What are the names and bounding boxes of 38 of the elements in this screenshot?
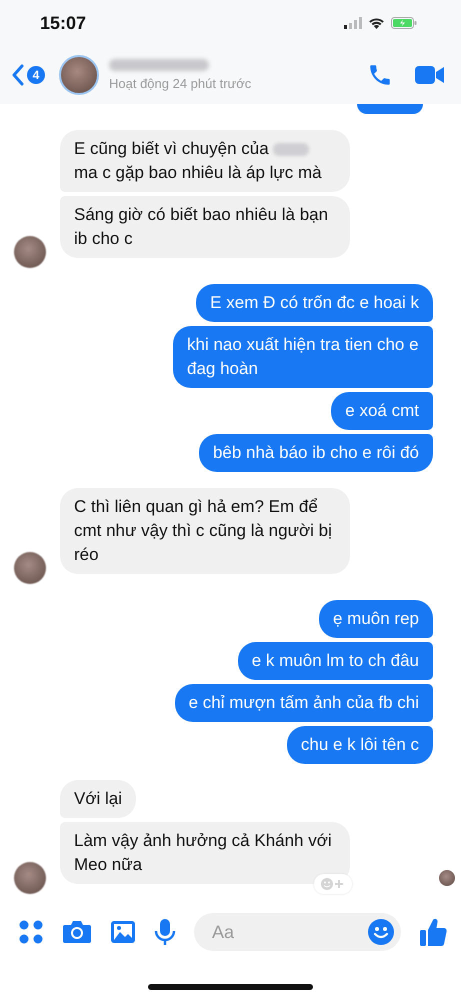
- contact-avatar[interactable]: [59, 55, 99, 95]
- status-time: 15:07: [40, 12, 86, 34]
- message-bubble: e chỉ mượn tấm ảnh của fb chi: [174, 684, 433, 722]
- message-bubble: ẹ muôn rep: [319, 600, 433, 638]
- microphone-icon[interactable]: [154, 918, 176, 946]
- message-bubble: e k muôn lm to ch đâu: [238, 642, 433, 680]
- message-composer[interactable]: Aa: [194, 913, 401, 951]
- active-status: Hoạt động 24 phút trước: [109, 76, 252, 91]
- message-bubble: e xoá cmt: [331, 392, 433, 430]
- message-bubble: E cũng biết vì chuyện của ma c gặp bao nhiêu là áp lực mà: [60, 130, 350, 192]
- message-bubble: bêb nhà báo ib cho e rôi đó: [198, 434, 433, 472]
- image-icon[interactable]: [110, 920, 136, 944]
- video-camera-icon[interactable]: [415, 64, 445, 86]
- sender-avatar: [14, 236, 46, 268]
- signal-icon: [344, 17, 362, 29]
- message-bubble: khi nao xuất hiện tra tien cho e đag hoàn: [173, 326, 433, 388]
- back-button[interactable]: 4: [12, 64, 45, 86]
- thumbs-up-icon[interactable]: [419, 917, 447, 947]
- message-bubble: chu e k lôi tên c: [286, 726, 433, 764]
- chevron-left-icon: [12, 64, 24, 86]
- sender-avatar: [14, 862, 46, 894]
- sender-avatar: [14, 552, 46, 584]
- smiley-icon[interactable]: [367, 918, 395, 946]
- message-bubble-edge: [357, 104, 423, 114]
- message-bubble: E xem Đ có trốn đc e hoai k: [196, 284, 433, 322]
- blurred-word: [273, 143, 310, 156]
- message-bubble: Với lại: [60, 780, 136, 818]
- camera-icon[interactable]: [62, 919, 92, 945]
- message-bubble: C thì liên quan gì hả em? Em để cmt như vậy thì c cũng là người bị réo: [60, 488, 350, 574]
- unread-count: 4: [27, 66, 45, 84]
- wifi-icon: [368, 17, 385, 29]
- seen-avatar: [439, 870, 455, 886]
- message-field[interactable]: Aa: [210, 920, 367, 944]
- message-bubble: Làm vậy ảnh hưởng cả Khánh với Meo nữa: [60, 822, 350, 884]
- message-bubble: Sáng giờ có biết bao nhiêu là bạn ib cho c: [60, 196, 350, 258]
- apps-icon[interactable]: [18, 919, 44, 945]
- battery-icon: [391, 17, 417, 29]
- smiley-plus-icon: [320, 877, 346, 891]
